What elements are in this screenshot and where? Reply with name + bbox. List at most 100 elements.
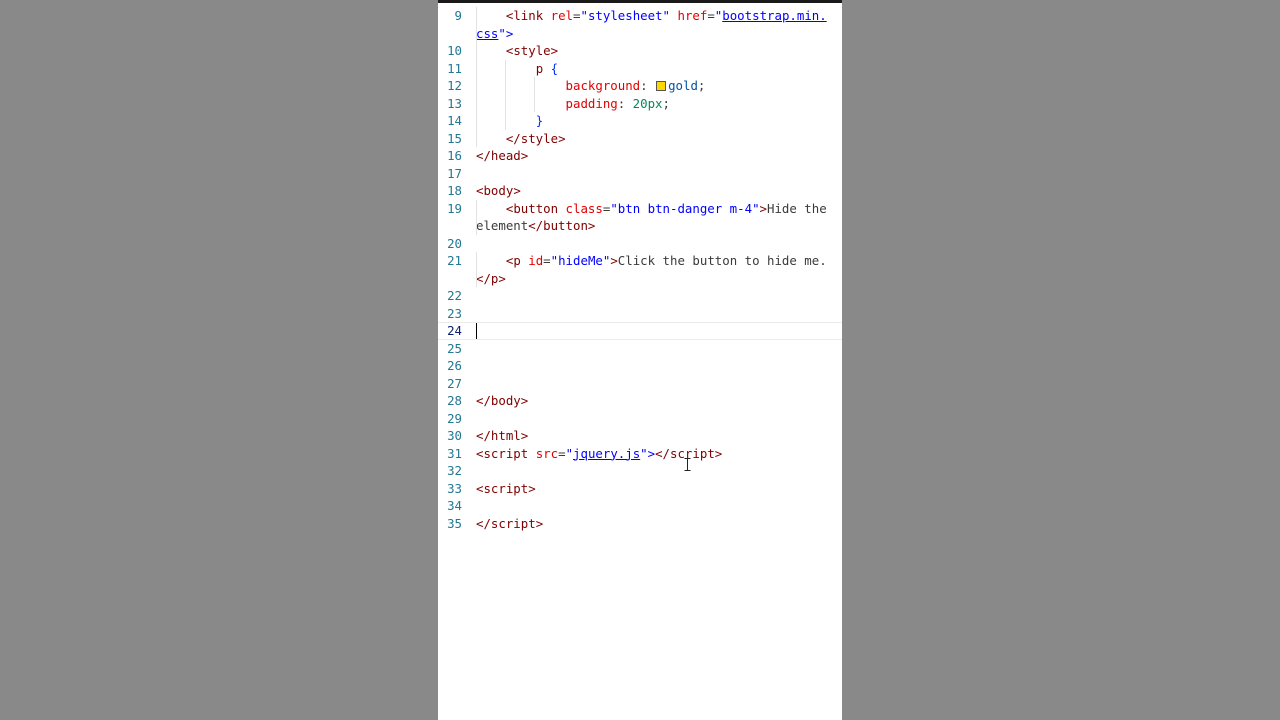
code-line-content[interactable]: padding: 20px;	[476, 94, 830, 112]
color-swatch[interactable]	[656, 81, 667, 91]
line-number: 32	[447, 463, 462, 478]
code-line-18[interactable]: 18 <body>	[438, 182, 842, 200]
token: id	[528, 253, 544, 268]
token: {	[550, 60, 559, 76]
code-line-32[interactable]: 32	[438, 462, 842, 480]
code-line-content[interactable]	[476, 462, 830, 480]
indent-guide	[476, 59, 477, 77]
line-number: 24	[447, 323, 462, 338]
code-line-content[interactable]: <style>	[476, 42, 830, 60]
code-line-content[interactable]	[476, 287, 830, 305]
code-line-26[interactable]: 26	[438, 357, 842, 375]
token: href	[677, 8, 708, 23]
token: </	[505, 130, 521, 146]
indent-guide	[476, 7, 477, 42]
code-line-14[interactable]: 14 }	[438, 112, 842, 130]
indent-guide	[476, 42, 477, 60]
code-line-content[interactable]	[476, 305, 830, 323]
code-line-content[interactable]: p {	[476, 59, 830, 77]
token: link	[513, 8, 544, 23]
token: </	[476, 428, 491, 443]
token: src	[535, 445, 559, 461]
code-line-13[interactable]: 13 padding: 20px;	[438, 94, 842, 112]
code-line-content[interactable]: </head>	[476, 147, 830, 165]
code-line-content[interactable]: <script src="jquery.js"></script>	[476, 445, 830, 463]
code-line-22[interactable]: 22	[438, 287, 842, 305]
token: </	[528, 218, 544, 233]
code-line-34[interactable]: 34	[438, 497, 842, 515]
token: >	[610, 253, 618, 268]
code-line-23[interactable]: 23	[438, 305, 842, 323]
token: >	[714, 445, 723, 461]
code-line-content[interactable]	[476, 235, 830, 253]
code-line-content[interactable]: </html>	[476, 427, 830, 445]
code-line-9[interactable]: 9 <link rel="stylesheet" href="bootstrap…	[438, 7, 842, 42]
code-line-25[interactable]: 25	[438, 340, 842, 358]
token: p	[513, 253, 521, 268]
code-line-17[interactable]: 17	[438, 165, 842, 183]
code-line-content[interactable]: <button class="btn btn-danger m-4">Hide …	[476, 199, 830, 235]
token: >	[558, 130, 566, 146]
token: body	[483, 183, 514, 198]
code-line-35[interactable]: 35 </script>	[438, 515, 842, 533]
code-line-24-active[interactable]: 24	[438, 322, 842, 340]
code-line-28[interactable]: 28 </body>	[438, 392, 842, 410]
code-line-content[interactable]: </script>	[476, 515, 830, 533]
token: </	[476, 270, 491, 286]
code-line-content[interactable]: background: gold;	[476, 77, 830, 95]
text-ibeam-cursor-icon	[684, 458, 691, 471]
code-line-29[interactable]: 29	[438, 410, 842, 428]
line-number: 15	[447, 130, 462, 146]
code-line-content[interactable]	[476, 410, 830, 428]
code-line-content[interactable]: <script>	[476, 480, 830, 498]
token: button	[513, 200, 559, 216]
token: >	[498, 270, 506, 286]
indent-guide	[505, 94, 506, 112]
code-line-30[interactable]: 30 </html>	[438, 427, 842, 445]
indent-guide	[534, 94, 535, 112]
code-line-content[interactable]: }	[476, 112, 830, 130]
code-line-content[interactable]	[476, 322, 830, 340]
token: html	[490, 428, 521, 443]
code-line-10[interactable]: 10 <style>	[438, 42, 842, 60]
code-line-content[interactable]: <link rel="stylesheet" href="bootstrap.m…	[476, 7, 830, 42]
token: >	[513, 183, 521, 198]
code-line-15[interactable]: 15 </style>	[438, 129, 842, 147]
line-number: 30	[447, 428, 462, 443]
code-line-content[interactable]: <p id="hideMe">Click the button to hide …	[476, 252, 830, 287]
code-line-content[interactable]	[476, 497, 830, 515]
line-number: 22	[447, 288, 462, 303]
code-line-content[interactable]: </body>	[476, 392, 830, 410]
indent-guide	[505, 112, 506, 130]
token: </	[476, 148, 491, 163]
code-line-content[interactable]	[476, 357, 830, 375]
code-line-31[interactable]: 31 <script src="jquery.js"></script>	[438, 445, 842, 463]
token: script	[483, 445, 529, 461]
code-line-content[interactable]	[476, 375, 830, 393]
code-line-27[interactable]: 27	[438, 375, 842, 393]
code-line-21[interactable]: 21 <p id="hideMe">Click the button to hi…	[438, 252, 842, 287]
code-line-content[interactable]	[476, 340, 830, 358]
code-line-20[interactable]: 20	[438, 235, 842, 253]
token: "	[565, 445, 574, 461]
code-line-11[interactable]: 11 p {	[438, 59, 842, 77]
token: >	[550, 43, 559, 58]
link-jquery-js[interactable]: jquery.js	[573, 446, 640, 461]
token: style	[520, 130, 559, 146]
code-line-19[interactable]: 19 <button class="btn btn-danger m-4">Hi…	[438, 199, 842, 235]
code-line-12[interactable]: 12 background: gold;	[438, 77, 842, 95]
code-editor[interactable]: 9 <link rel="stylesheet" href="bootstrap…	[438, 0, 842, 720]
code-line-content[interactable]: <body>	[476, 182, 830, 200]
code-line-content[interactable]	[476, 165, 830, 183]
code-line-content[interactable]: </style>	[476, 129, 830, 147]
editor-lines[interactable]: 9 <link rel="stylesheet" href="bootstrap…	[438, 7, 842, 532]
token: padding	[565, 95, 618, 111]
code-line-16[interactable]: 16 </head>	[438, 147, 842, 165]
token: >	[520, 428, 529, 443]
code-line-33[interactable]: 33 <script>	[438, 480, 842, 498]
line-number: 13	[447, 95, 462, 111]
token: script	[490, 515, 536, 531]
line-number: 11	[447, 60, 462, 76]
